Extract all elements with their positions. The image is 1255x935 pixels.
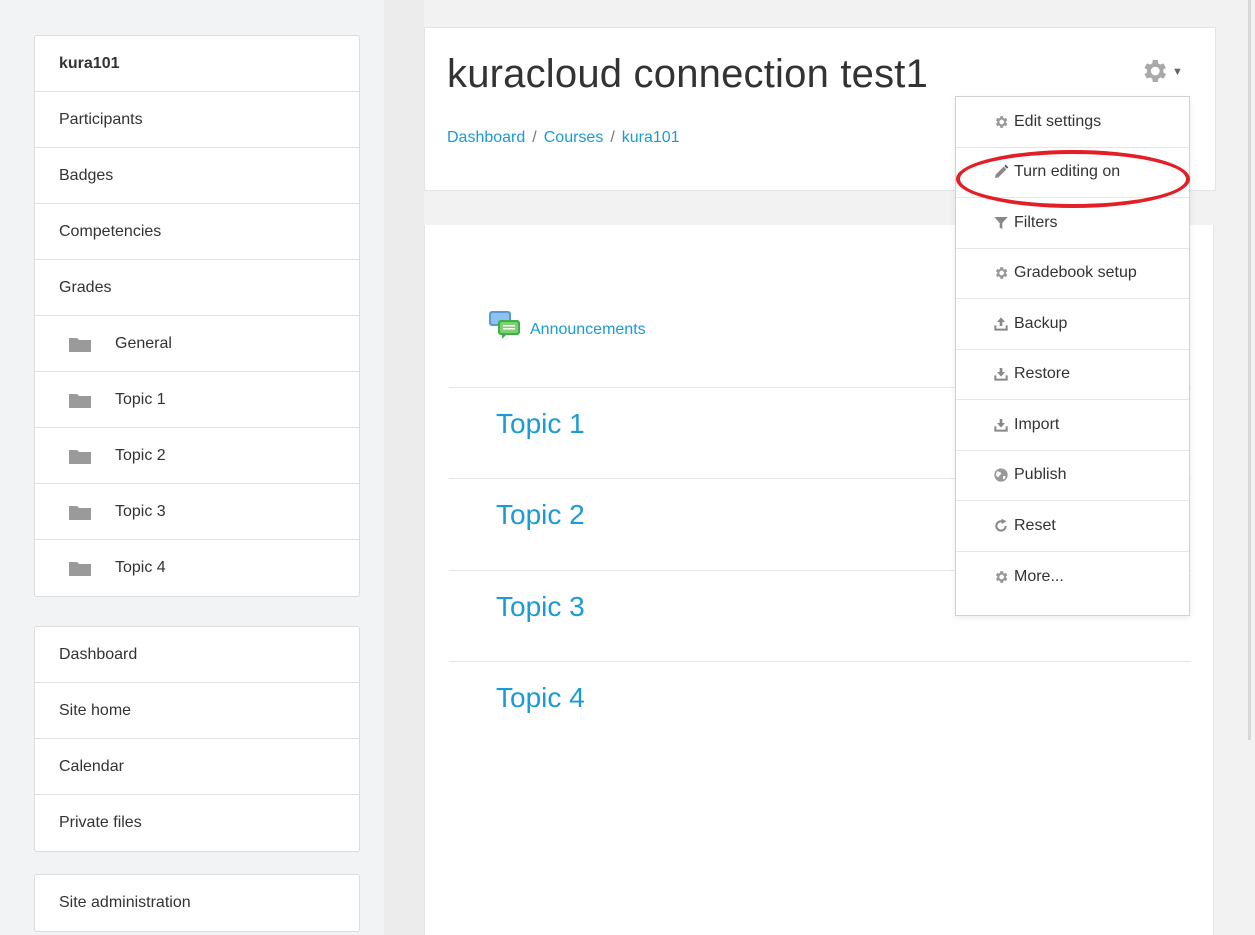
site-nav-block: Dashboard Site home Calendar Private fil…	[34, 626, 360, 852]
folder-icon	[69, 337, 91, 352]
nav-item-course[interactable]: kura101	[35, 36, 359, 92]
nav-item-site-home[interactable]: Site home	[35, 683, 359, 739]
topic-1-link[interactable]: Topic 1	[496, 408, 585, 440]
folder-icon	[69, 505, 91, 520]
actions-dropdown-menu: Edit settings Turn editing on Filters Gr…	[955, 96, 1190, 616]
gear-icon	[995, 267, 1008, 280]
nav-item-topic-1[interactable]: Topic 1	[35, 372, 359, 428]
nav-item-topic-2[interactable]: Topic 2	[35, 428, 359, 484]
divider	[449, 661, 1191, 662]
breadcrumb-separator: /	[610, 129, 615, 146]
announcements-label: Announcements	[530, 321, 646, 338]
globe-icon	[994, 468, 1008, 482]
upload-icon	[994, 317, 1008, 331]
menu-item-more[interactable]: More...	[956, 552, 1189, 603]
nav-item-badges[interactable]: Badges	[35, 148, 359, 204]
gear-icon	[995, 570, 1008, 583]
nav-item-competencies[interactable]: Competencies	[35, 204, 359, 260]
breadcrumb: Dashboard / Courses / kura101	[447, 129, 680, 147]
nav-item-topic-4[interactable]: Topic 4	[35, 540, 359, 596]
chevron-down-icon: ▼	[1172, 66, 1183, 78]
nav-item-dashboard[interactable]: Dashboard	[35, 627, 359, 683]
folder-icon	[69, 449, 91, 464]
menu-item-filters[interactable]: Filters	[956, 198, 1189, 249]
nav-item-calendar[interactable]: Calendar	[35, 739, 359, 795]
menu-item-restore[interactable]: Restore	[956, 350, 1189, 400]
menu-item-import[interactable]: Import	[956, 400, 1189, 451]
breadcrumb-dashboard[interactable]: Dashboard	[447, 129, 525, 146]
nav-item-grades[interactable]: Grades	[35, 260, 359, 316]
breadcrumb-course[interactable]: kura101	[622, 129, 680, 146]
nav-item-general[interactable]: General	[35, 316, 359, 372]
nav-item-participants[interactable]: Participants	[35, 92, 359, 148]
menu-item-backup[interactable]: Backup	[956, 299, 1189, 350]
reset-icon	[995, 518, 1007, 532]
download-icon	[994, 368, 1008, 381]
actions-menu-toggle[interactable]: ▼	[1139, 56, 1183, 86]
breadcrumb-courses[interactable]: Courses	[544, 129, 604, 146]
nav-item-topic-3[interactable]: Topic 3	[35, 484, 359, 540]
filter-icon	[994, 216, 1008, 229]
nav-item-private-files[interactable]: Private files	[35, 795, 359, 851]
topic-3-link[interactable]: Topic 3	[496, 591, 585, 623]
admin-nav-block: Site administration	[34, 874, 360, 932]
scrollbar[interactable]	[1248, 0, 1251, 740]
course-nav-block: kura101 Participants Badges Competencies…	[34, 35, 360, 597]
menu-item-publish[interactable]: Publish	[956, 451, 1189, 501]
gear-icon	[995, 115, 1008, 128]
topic-2-link[interactable]: Topic 2	[496, 499, 585, 531]
nav-item-site-administration[interactable]: Site administration	[35, 875, 359, 931]
forum-icon	[489, 311, 520, 339]
left-sidebar: kura101 Participants Badges Competencies…	[0, 0, 384, 935]
folder-icon	[69, 393, 91, 408]
menu-item-reset[interactable]: Reset	[956, 501, 1189, 552]
topic-4-link[interactable]: Topic 4	[496, 682, 585, 714]
announcements-link[interactable]: Announcements	[488, 310, 646, 340]
download-icon	[994, 418, 1008, 432]
column-gutter	[384, 0, 424, 935]
breadcrumb-separator: /	[532, 129, 537, 146]
pencil-icon	[995, 164, 1009, 179]
menu-item-turn-editing-on[interactable]: Turn editing on	[956, 148, 1189, 198]
page-title: kuracloud connection test1	[447, 52, 929, 96]
gear-icon	[1144, 60, 1166, 82]
folder-icon	[69, 562, 91, 576]
menu-item-edit-settings[interactable]: Edit settings	[956, 97, 1189, 148]
menu-item-gradebook-setup[interactable]: Gradebook setup	[956, 249, 1189, 299]
